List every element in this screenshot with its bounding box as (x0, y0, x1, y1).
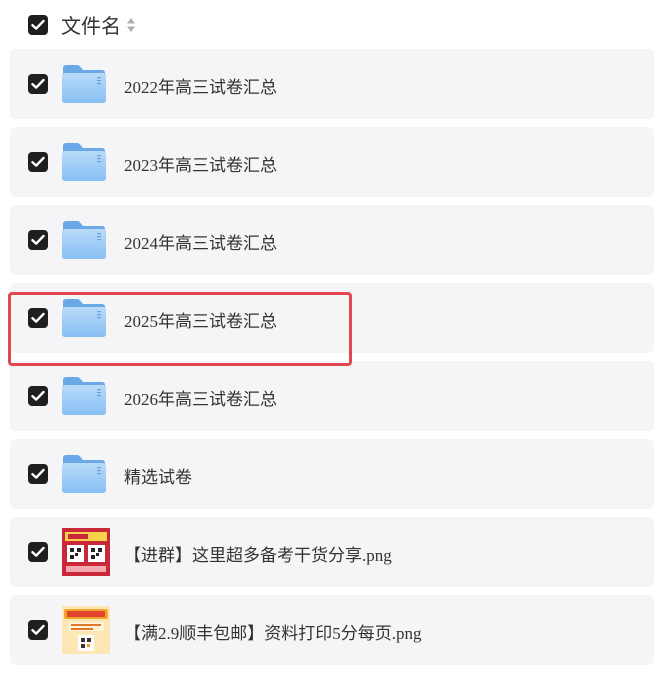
folder-icon (61, 64, 107, 104)
sort-icon[interactable] (126, 17, 136, 33)
file-row[interactable]: 【进群】这里超多备考干货分享.png (10, 517, 654, 587)
row-checkbox[interactable] (28, 230, 48, 250)
file-name[interactable]: 2026年高三试卷汇总 (124, 385, 277, 410)
file-name[interactable]: 【满2.9顺丰包邮】资料打印5分每页.png (124, 619, 422, 644)
row-checkbox[interactable] (28, 620, 48, 640)
file-name[interactable]: 2023年高三试卷汇总 (124, 151, 277, 176)
file-name[interactable]: 【进群】这里超多备考干货分享.png (124, 541, 392, 566)
row-checkbox[interactable] (28, 152, 48, 172)
row-checkbox[interactable] (28, 464, 48, 484)
file-name[interactable]: 2025年高三试卷汇总 (124, 307, 277, 332)
image-thumbnail-icon (62, 606, 110, 654)
folder-icon (61, 454, 107, 494)
filename-column-header[interactable]: 文件名 (61, 10, 121, 39)
row-checkbox[interactable] (28, 308, 48, 328)
folder-icon (61, 376, 107, 416)
select-all-checkbox[interactable] (28, 15, 48, 35)
folder-row[interactable]: 2024年高三试卷汇总 (10, 205, 654, 275)
file-row[interactable]: 【满2.9顺丰包邮】资料打印5分每页.png (10, 595, 654, 665)
row-checkbox[interactable] (28, 386, 48, 406)
file-name[interactable]: 精选试卷 (124, 463, 192, 488)
folder-row[interactable]: 精选试卷 (10, 439, 654, 509)
folder-icon (61, 298, 107, 338)
file-name[interactable]: 2022年高三试卷汇总 (124, 73, 277, 98)
folder-row[interactable]: 2022年高三试卷汇总 (10, 49, 654, 119)
row-checkbox[interactable] (28, 74, 48, 94)
folder-row[interactable]: 2026年高三试卷汇总 (10, 361, 654, 431)
folder-icon (61, 142, 107, 182)
row-checkbox[interactable] (28, 542, 48, 562)
folder-row[interactable]: 2025年高三试卷汇总 (10, 283, 654, 353)
folder-icon (61, 220, 107, 260)
file-list-header: 文件名 (0, 0, 654, 48)
file-name[interactable]: 2024年高三试卷汇总 (124, 229, 277, 254)
image-thumbnail-icon (62, 528, 110, 576)
folder-row[interactable]: 2023年高三试卷汇总 (10, 127, 654, 197)
